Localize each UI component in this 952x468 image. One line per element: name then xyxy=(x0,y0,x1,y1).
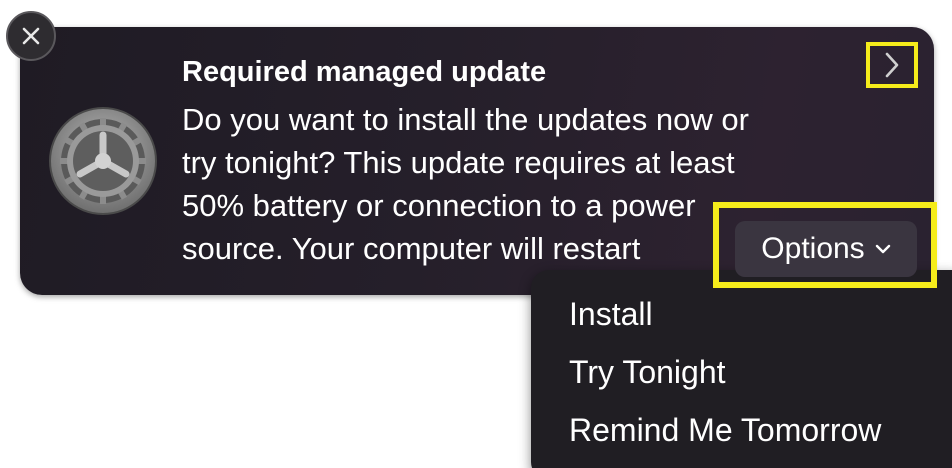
options-highlight-box xyxy=(713,202,937,288)
expand-notification-button[interactable] xyxy=(866,42,918,88)
close-icon xyxy=(22,27,40,45)
close-notification-button[interactable] xyxy=(6,11,56,61)
menu-item-install[interactable]: Install xyxy=(569,296,653,333)
options-menu: Install Try Tonight Remind Me Tomorrow xyxy=(531,270,952,468)
notification-body-line: try tonight? This update requires at lea… xyxy=(182,145,735,180)
screen: Required managed update Do you want to i… xyxy=(0,0,952,468)
menu-item-remind-me-tomorrow[interactable]: Remind Me Tomorrow xyxy=(569,412,881,449)
system-settings-gear-icon xyxy=(49,107,157,215)
notification-title: Required managed update xyxy=(182,56,547,88)
menu-item-try-tonight[interactable]: Try Tonight xyxy=(569,354,726,391)
chevron-right-icon xyxy=(885,52,899,78)
notification-body-line: Do you want to install the updates now o… xyxy=(182,102,749,137)
